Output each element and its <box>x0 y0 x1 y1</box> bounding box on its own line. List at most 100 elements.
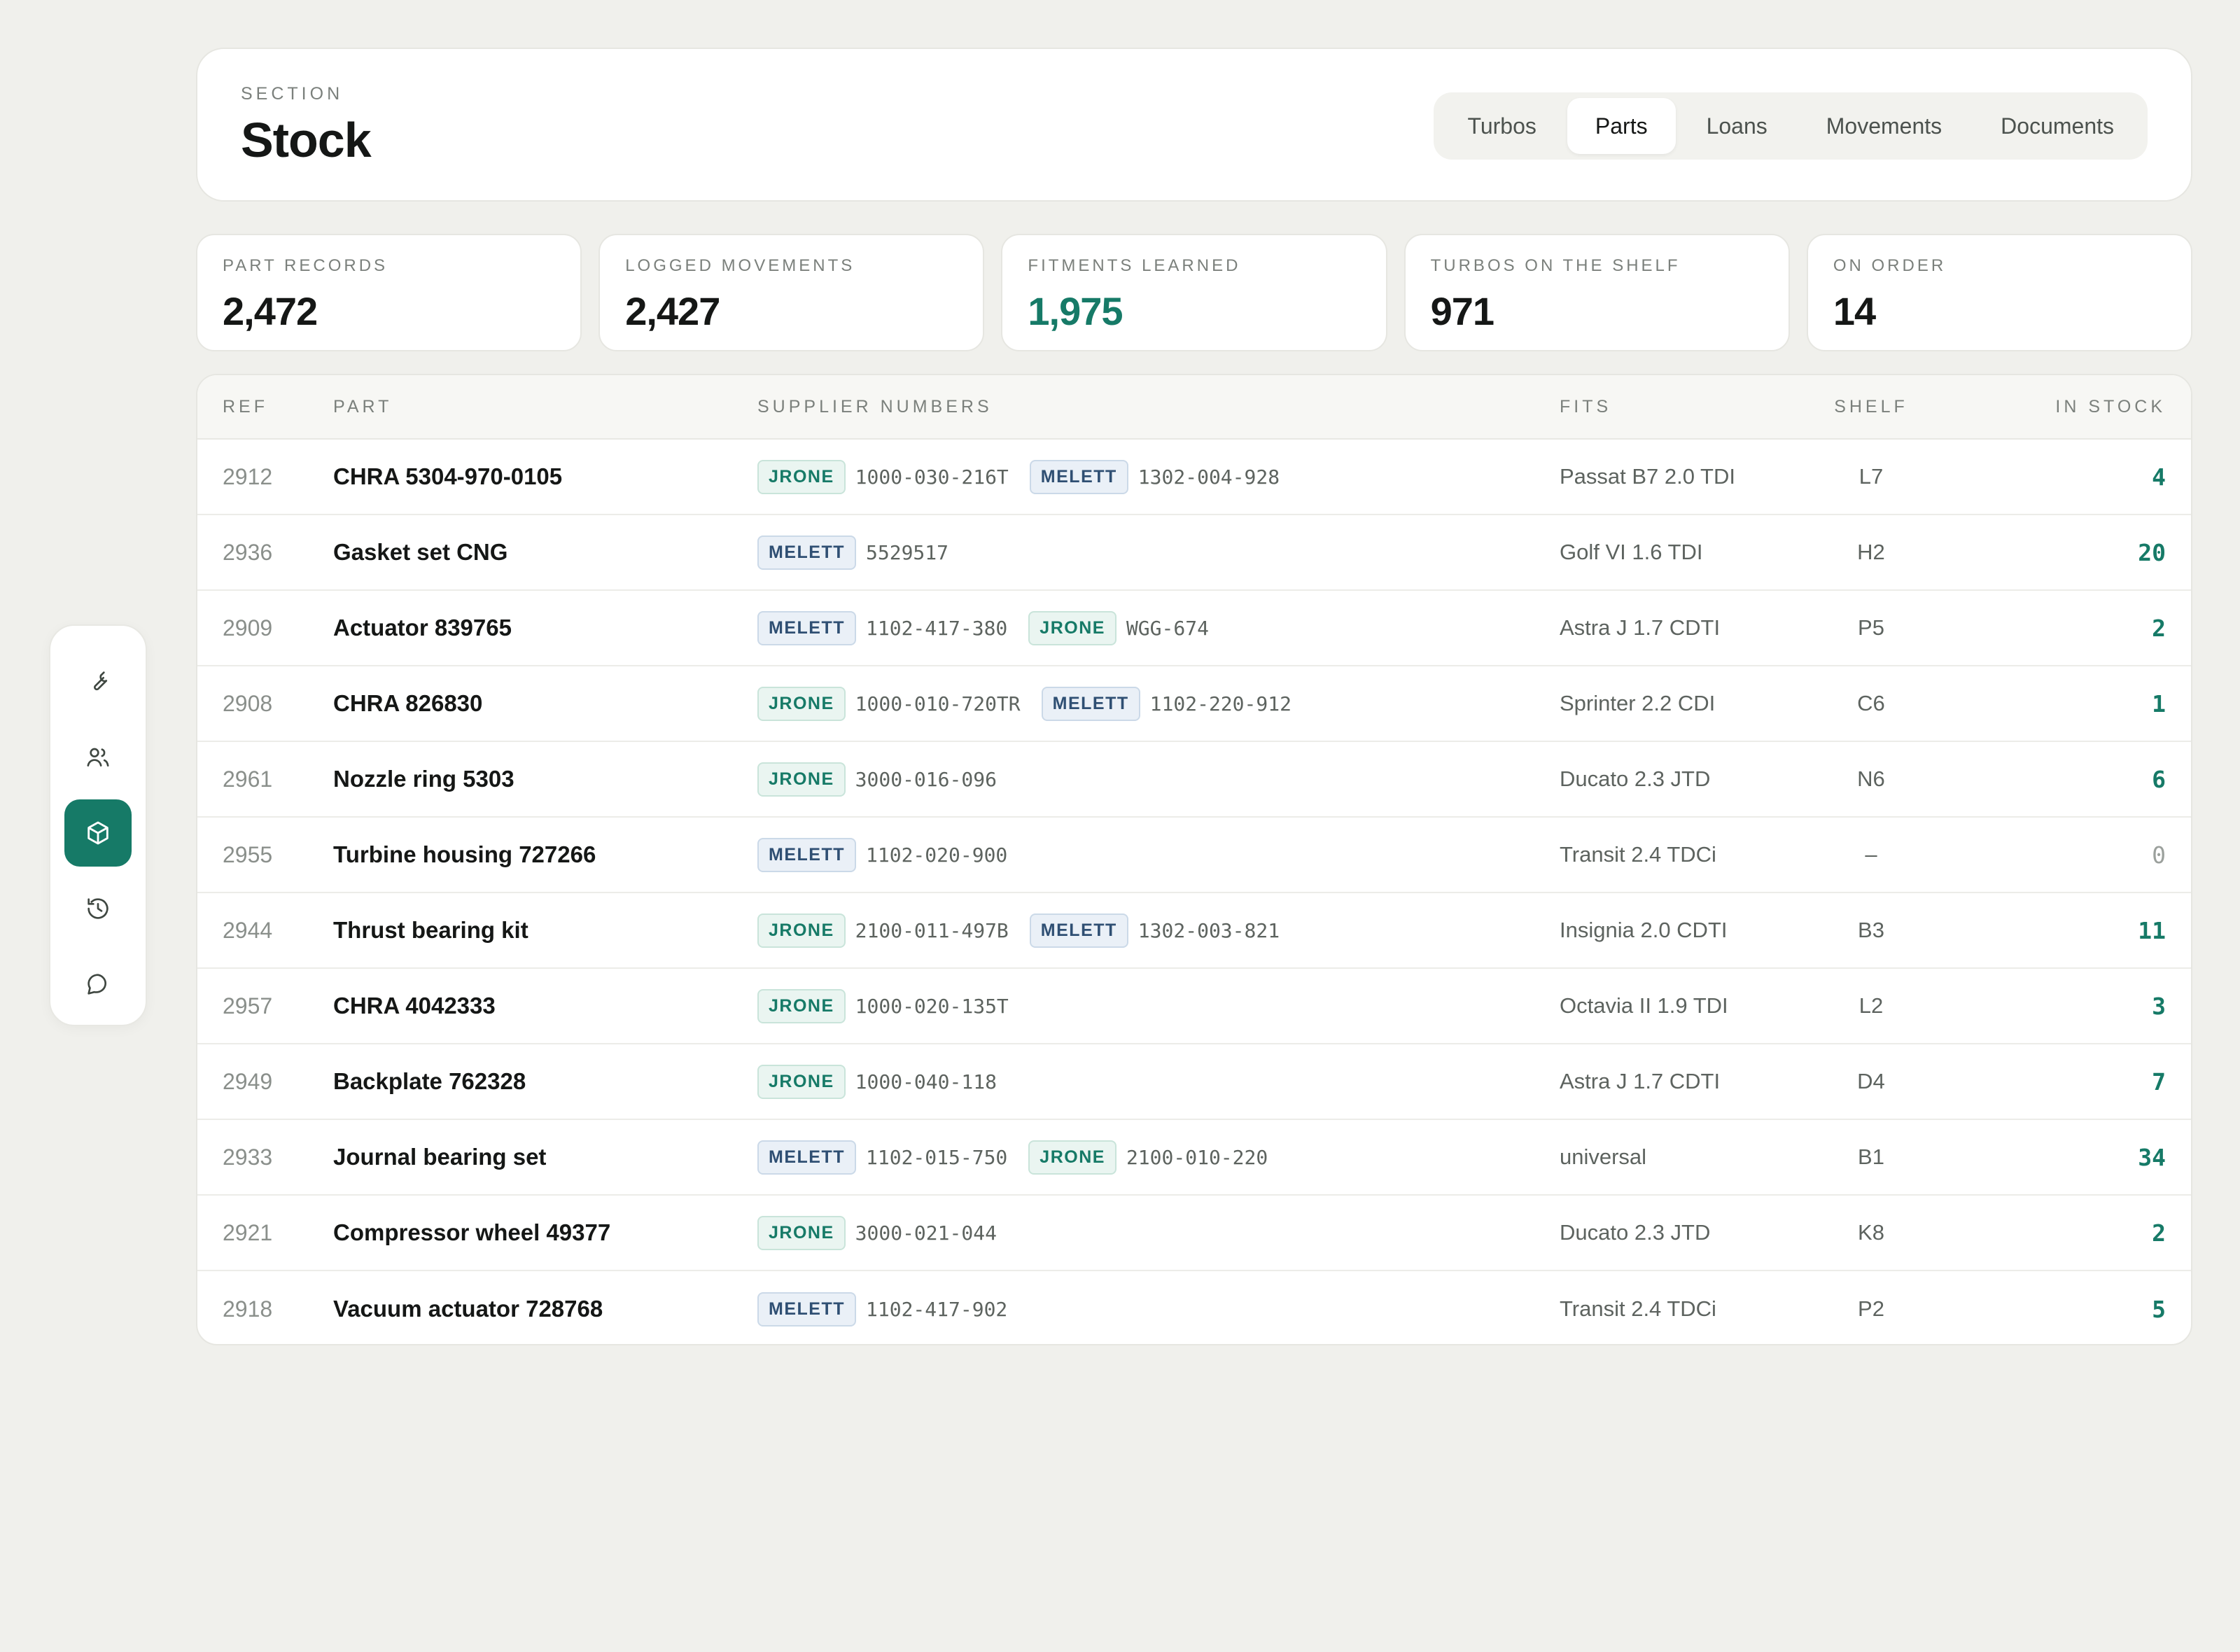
stat-value: 2,472 <box>223 289 318 333</box>
supplier-number: MELETT 1102-220-912 <box>1041 686 1292 721</box>
fits-cell: Ducato 2.3 JTD <box>1560 766 1826 792</box>
table-row[interactable]: 2949 Backplate 762328 JRONE 1000-040-118 Ast… <box>197 1044 2191 1120</box>
table-row[interactable]: 2957 CHRA 4042333 JRONE 1000-020-135T Octavi… <box>197 969 2191 1044</box>
supplier-badge: MELETT <box>1029 913 1128 948</box>
table-row[interactable]: 2961 Nozzle ring 5303 JRONE 3000-016-096 Duc… <box>197 742 2191 818</box>
shelf-cell: L7 <box>1826 464 1917 489</box>
section-tabs: Turbos Parts Loans Movements Documents <box>1434 92 2148 160</box>
ref-value: 2949 <box>223 1068 273 1094</box>
fits-value: Sprinter 2.2 CDI <box>1560 691 1716 715</box>
table-row[interactable]: 2921 Compressor wheel 49377 JRONE 3000-021-… <box>197 1196 2191 1271</box>
in-stock-cell: 5 <box>1917 1296 2191 1323</box>
stat-card-turbos-on-shelf: TURBOS ON THE SHELF 971 <box>1404 234 1790 351</box>
stat-card-on-order: ON ORDER 14 <box>1806 234 2193 351</box>
tab-turbos[interactable]: Turbos <box>1439 98 1564 154</box>
tab-loans[interactable]: Loans <box>1679 98 1795 154</box>
column-header-ref[interactable]: REF <box>197 397 333 417</box>
sidebar-item-repairs[interactable] <box>64 648 132 715</box>
table-row[interactable]: 2944 Thrust bearing kit JRONE 2100-011-497B… <box>197 893 2191 969</box>
ref-cell: 2909 <box>197 615 333 641</box>
column-header-part[interactable]: PART <box>333 397 757 417</box>
supplier-number: JRONE 1000-020-135T <box>757 988 1009 1023</box>
supplier-code: 1000-010-720TR <box>855 692 1021 715</box>
table-row[interactable]: 2918 Vacuum actuator 728768 MELETT 1102-417… <box>197 1271 2191 1344</box>
column-header-fits[interactable]: FITS <box>1560 397 1826 417</box>
box-icon <box>88 821 108 845</box>
stat-value: 14 <box>1833 289 1876 333</box>
stat-label: FITMENTS LEARNED <box>1028 256 1241 275</box>
supplier-numbers-cell: JRONE 1000-030-216T MELETT 1302-004-928 <box>757 459 1560 494</box>
supplier-code: 1102-417-902 <box>866 1297 1008 1321</box>
history-icon <box>88 898 108 919</box>
part-name: Backplate 762328 <box>333 1068 526 1094</box>
supplier-numbers-cell: MELETT 1102-417-380 JRONE WGG-674 <box>757 610 1560 645</box>
stat-value: 971 <box>1430 289 1494 333</box>
ref-value: 2955 <box>223 841 273 867</box>
fits-value: Golf VI 1.6 TDI <box>1560 540 1703 564</box>
shelf-value: L2 <box>1858 993 1884 1018</box>
part-cell: CHRA 4042333 <box>333 993 757 1019</box>
in-stock-value: 5 <box>2152 1295 2166 1323</box>
stat-label: LOGGED MOVEMENTS <box>625 256 855 275</box>
supplier-badge: MELETT <box>1041 686 1140 721</box>
fits-value: universal <box>1560 1144 1647 1169</box>
tab-movements[interactable]: Movements <box>1798 98 1970 154</box>
fits-cell: Transit 2.4 TDCi <box>1560 1296 1826 1322</box>
sidebar-item-stock[interactable] <box>64 799 132 867</box>
in-stock-value: 4 <box>2152 463 2166 491</box>
stat-card-part-records: PART RECORDS 2,472 <box>196 234 582 351</box>
tab-parts[interactable]: Parts <box>1567 98 1676 154</box>
part-cell: Nozzle ring 5303 <box>333 766 757 792</box>
supplier-number: JRONE 1000-030-216T <box>757 459 1009 494</box>
table-row[interactable]: 2912 CHRA 5304-970-0105 JRONE 1000-030-216T… <box>197 440 2191 515</box>
supplier-number: JRONE 2100-011-497B <box>757 913 1009 948</box>
supplier-number: MELETT 1102-015-750 <box>757 1140 1007 1175</box>
shelf-cell: K8 <box>1826 1220 1917 1245</box>
supplier-number: JRONE 1000-040-118 <box>757 1064 997 1099</box>
table-row[interactable]: 2955 Turbine housing 727266 MELETT 1102-020… <box>197 818 2191 893</box>
supplier-code: 1000-040-118 <box>855 1070 997 1093</box>
table-body: 2912 CHRA 5304-970-0105 JRONE 1000-030-216T… <box>197 440 2191 1344</box>
fits-cell: Passat B7 2.0 TDI <box>1560 464 1826 489</box>
fits-cell: Insignia 2.0 CDTI <box>1560 918 1826 943</box>
ref-cell: 2912 <box>197 464 333 490</box>
column-header-shelf[interactable]: SHELF <box>1826 397 1917 417</box>
ref-value: 2912 <box>223 463 273 489</box>
sidebar-item-messages[interactable] <box>64 951 132 1018</box>
supplier-badge: MELETT <box>757 1292 856 1326</box>
supplier-badge: MELETT <box>757 610 856 645</box>
part-cell: Vacuum actuator 728768 <box>333 1296 757 1322</box>
part-name: Nozzle ring 5303 <box>333 766 514 792</box>
table-row[interactable]: 2936 Gasket set CNG MELETT 5529517 Golf VI 1… <box>197 515 2191 591</box>
sidebar-item-history[interactable] <box>64 875 132 942</box>
in-stock-value: 2 <box>2152 1219 2166 1247</box>
supplier-code: 1102-220-912 <box>1149 692 1292 715</box>
column-header-suppliers[interactable]: SUPPLIER NUMBERS <box>757 397 1560 417</box>
table-row[interactable]: 2909 Actuator 839765 MELETT 1102-417-380 JRO… <box>197 591 2191 666</box>
supplier-numbers-cell: JRONE 3000-021-044 <box>757 1215 1560 1250</box>
ref-cell: 2936 <box>197 540 333 566</box>
table-row[interactable]: 2908 CHRA 826830 JRONE 1000-010-720TR MELETT… <box>197 666 2191 742</box>
sidebar-item-customers[interactable] <box>64 724 132 791</box>
tab-documents[interactable]: Documents <box>1973 98 2142 154</box>
supplier-number: JRONE 1000-010-720TR <box>757 686 1021 721</box>
stat-card-logged-movements: LOGGED MOVEMENTS 2,427 <box>598 234 985 351</box>
fits-cell: Transit 2.4 TDCi <box>1560 842 1826 867</box>
shelf-cell: P5 <box>1826 615 1917 640</box>
supplier-number: MELETT 1102-020-900 <box>757 837 1007 872</box>
shelf-value: N6 <box>1857 766 1885 791</box>
column-header-in-stock[interactable]: IN STOCK <box>1917 397 2191 417</box>
shelf-value: – <box>1865 842 1877 867</box>
supplier-number: MELETT 1102-417-380 <box>757 610 1007 645</box>
table-row[interactable]: 2933 Journal bearing set MELETT 1102-015-75… <box>197 1120 2191 1196</box>
in-stock-value: 20 <box>2138 538 2166 566</box>
fits-cell: Sprinter 2.2 CDI <box>1560 691 1826 716</box>
part-name: CHRA 5304-970-0105 <box>333 463 563 489</box>
supplier-badge: JRONE <box>757 459 846 494</box>
in-stock-cell: 0 <box>1917 841 2191 869</box>
part-cell: CHRA 5304-970-0105 <box>333 463 757 490</box>
in-stock-cell: 20 <box>1917 539 2191 566</box>
supplier-code: 2100-011-497B <box>855 918 1009 942</box>
supplier-numbers-cell: MELETT 1102-015-750 JRONE 2100-010-220 <box>757 1140 1560 1175</box>
part-cell: CHRA 826830 <box>333 690 757 717</box>
